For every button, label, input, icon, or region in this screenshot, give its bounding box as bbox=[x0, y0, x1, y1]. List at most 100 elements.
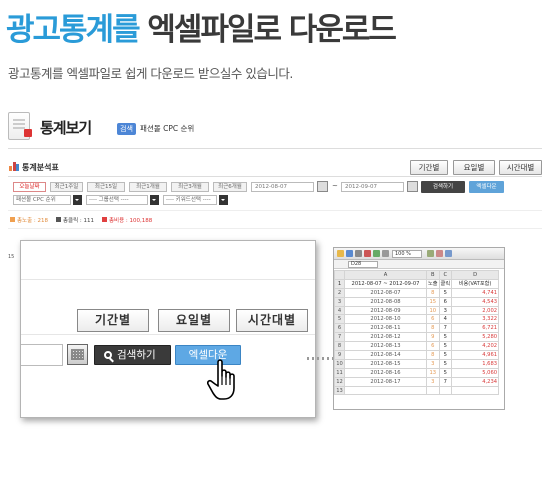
impressions-cell: 6 bbox=[426, 314, 440, 325]
legend-swatch bbox=[56, 217, 61, 222]
weekday-view-button[interactable]: 요일별 bbox=[453, 160, 495, 175]
zoom-level[interactable]: 100 % bbox=[392, 250, 422, 258]
row-number: 9 bbox=[334, 350, 345, 360]
table-row: 12 2012-08-17 3 7 4,234 bbox=[334, 376, 500, 387]
tab-last-3-months[interactable]: 최근3개월 bbox=[171, 182, 209, 192]
hourly-view-button[interactable]: 시간대별 bbox=[499, 160, 542, 175]
hero-title: 광고통계를 엑셀파일로 다운로드 bbox=[6, 4, 397, 49]
row-number: 2 bbox=[334, 287, 345, 298]
calendar-icon[interactable] bbox=[407, 181, 418, 192]
divider bbox=[8, 176, 542, 177]
date-to-input[interactable] bbox=[21, 344, 63, 366]
date-cell: 2012-08-14 bbox=[344, 350, 427, 360]
table-row: 2 2012-08-07 8 5 4,741 bbox=[334, 287, 500, 298]
date-from-input[interactable]: 2012-08-07 bbox=[251, 182, 314, 192]
clicks-cell: 7 bbox=[438, 323, 453, 334]
cost-cell: 1,683 bbox=[451, 358, 500, 369]
clicks-cell: 4 bbox=[438, 314, 453, 325]
tab-last-15-days[interactable]: 최근15일 bbox=[87, 182, 125, 192]
date-cell: 2012-08-17 bbox=[344, 376, 427, 387]
hand-pointer-icon bbox=[207, 359, 235, 400]
chevron-down-icon[interactable] bbox=[150, 195, 159, 205]
divider bbox=[8, 148, 542, 149]
campaign-select[interactable]: 패션몰 CPC 순위 bbox=[13, 195, 71, 205]
table-row: 9 2012-08-14 8 5 4,961 bbox=[334, 350, 500, 360]
row-number: 7 bbox=[334, 332, 345, 343]
row-number: 3 bbox=[334, 296, 345, 307]
ad-name-label: 패션몰 CPC 순위 bbox=[140, 124, 195, 133]
row-number: 8 bbox=[334, 341, 345, 352]
row-number: 1 bbox=[334, 278, 345, 289]
legend-impressions: 총노출 : 218 bbox=[10, 216, 48, 224]
calendar-icon[interactable] bbox=[67, 344, 88, 365]
row-number: 4 bbox=[334, 305, 345, 316]
impressions-cell: 8 bbox=[426, 323, 440, 334]
period-view-button[interactable]: 기간별 bbox=[410, 160, 448, 175]
impressions-cell: 8 bbox=[426, 350, 440, 360]
table-row: 13 bbox=[334, 385, 500, 396]
chevron-down-icon[interactable] bbox=[73, 195, 82, 205]
table-row: 11 2012-08-16 13 5 5,060 bbox=[334, 367, 500, 378]
header-cost: 비용(VAT포함) bbox=[451, 278, 500, 289]
search-button[interactable]: 검색하기 bbox=[421, 181, 465, 193]
column-header[interactable]: D bbox=[451, 270, 500, 280]
clicks-cell: 6 bbox=[438, 296, 453, 307]
keyword-select[interactable]: ---- 키워드선택 ---- bbox=[163, 195, 217, 205]
date-cell: 2012-08-12 bbox=[344, 332, 427, 343]
cost-cell: 6,721 bbox=[451, 323, 500, 334]
period-view-button[interactable]: 기간별 bbox=[77, 309, 149, 332]
cost-cell: 4,234 bbox=[451, 376, 500, 387]
date-cell: 2012-08-11 bbox=[344, 323, 427, 334]
excel-sheet: A B C D 1 2012-08-07 ~ 2012-09-07 노출 클릭 … bbox=[334, 270, 500, 396]
hourly-view-button[interactable]: 시간대별 bbox=[236, 309, 308, 332]
calendar-icon[interactable] bbox=[317, 181, 328, 192]
table-row: 8 2012-08-13 6 5 4,202 bbox=[334, 341, 500, 352]
document-icon bbox=[8, 112, 32, 140]
impressions-cell: 9 bbox=[426, 332, 440, 343]
page-title: 통계보기 bbox=[40, 119, 92, 137]
weekday-view-button[interactable]: 요일별 bbox=[158, 309, 230, 332]
bar-chart-icon bbox=[9, 162, 19, 171]
impressions-cell: 3 bbox=[426, 358, 440, 369]
row-number: 12 bbox=[334, 376, 345, 387]
date-to-input[interactable]: 2012-09-07 bbox=[341, 182, 404, 192]
excel-toolbar: 100 % bbox=[334, 248, 504, 260]
clicks-cell: 3 bbox=[438, 305, 453, 316]
clicks-cell: 5 bbox=[438, 341, 453, 352]
table-row: 7 2012-08-12 9 5 5,280 bbox=[334, 332, 500, 343]
hero-subtitle: 광고통계를 엑셀파일로 쉽게 다운로드 받으실수 있습니다. bbox=[8, 66, 293, 81]
tab-last-week[interactable]: 최근1주일 bbox=[50, 182, 83, 192]
date-cell: 2012-08-10 bbox=[344, 314, 427, 325]
tab-last-month[interactable]: 최근1개월 bbox=[129, 182, 167, 192]
excel-download-button[interactable]: 엑셀다운 bbox=[469, 181, 504, 193]
impressions-cell: 6 bbox=[426, 341, 440, 352]
search-icon bbox=[104, 351, 112, 359]
hero-title-rest: 엑셀파일로 다운로드 bbox=[147, 12, 396, 48]
impressions-cell: 3 bbox=[426, 376, 440, 387]
column-header[interactable]: A bbox=[344, 270, 427, 280]
column-header[interactable]: C bbox=[438, 270, 453, 280]
tab-last-6-months[interactable]: 최근6개월 bbox=[213, 182, 247, 192]
search-button[interactable]: 검색하기 bbox=[94, 345, 171, 365]
clicks-cell: 5 bbox=[438, 367, 453, 378]
header-range: 2012-08-07 ~ 2012-09-07 bbox=[344, 278, 427, 289]
hero-title-highlight: 광고통계를 bbox=[6, 12, 141, 48]
impressions-cell bbox=[426, 385, 440, 396]
clicks-cell bbox=[438, 385, 453, 396]
divider bbox=[8, 210, 542, 211]
column-header[interactable]: B bbox=[426, 270, 440, 280]
legend-clicks: 총클릭 : 111 bbox=[56, 216, 94, 224]
cost-cell: 2,002 bbox=[451, 305, 500, 316]
date-cell: 2012-08-16 bbox=[344, 367, 427, 378]
divider bbox=[21, 279, 315, 280]
clicks-cell: 5 bbox=[438, 350, 453, 360]
tab-today[interactable]: 오늘날짜 bbox=[13, 182, 46, 192]
date-cell bbox=[344, 385, 427, 396]
cell-reference[interactable]: D28 bbox=[348, 261, 378, 268]
clicks-cell: 5 bbox=[438, 358, 453, 369]
table-row: 6 2012-08-11 8 7 6,721 bbox=[334, 323, 500, 334]
header-impressions: 노출 bbox=[426, 278, 440, 289]
chevron-down-icon[interactable] bbox=[219, 195, 228, 205]
group-select[interactable]: ---- 그룹선택 ---- bbox=[86, 195, 148, 205]
date-cell: 2012-08-09 bbox=[344, 305, 427, 316]
